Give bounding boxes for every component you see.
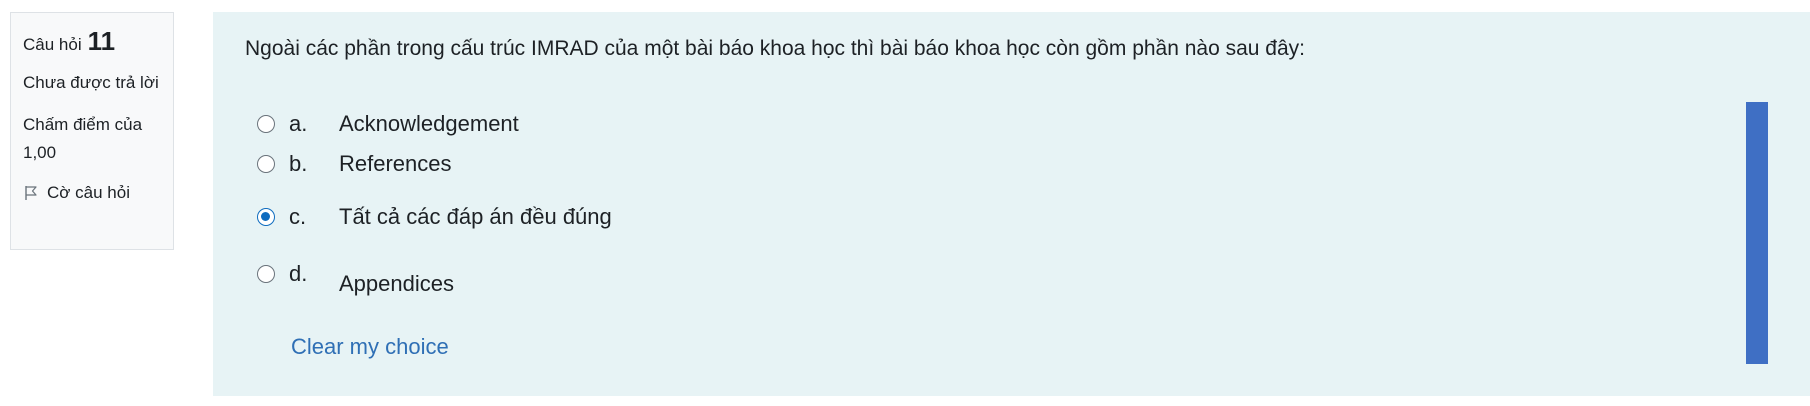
option-letter-c: c. [289,204,307,229]
clear-choice-link[interactable]: Clear my choice [291,332,449,362]
option-text-a: Acknowledgement [339,111,519,136]
flag-icon [25,186,37,200]
question-grade: Chấm điểm của 1,00 [23,115,143,162]
radio-b[interactable] [257,155,275,173]
question-text: Ngoài các phần trong cấu trúc IMRAD của … [245,37,1305,60]
scrollbar[interactable] [1746,102,1768,364]
option-letter-b: b. [289,151,308,176]
option-text-b: References [339,151,452,176]
answer-option-c[interactable]: c. Tất cả các đáp án đều đúng [257,202,612,232]
option-letter-d: d. [289,261,308,286]
quiz-page: Câu hỏi 11 Chưa được trả lời Chấm điểm c… [0,0,1810,406]
option-text-d: Appendices [339,271,454,296]
question-info-panel: Câu hỏi 11 Chưa được trả lời Chấm điểm c… [10,12,174,250]
question-label: Câu hỏi [23,35,82,54]
question-state: Chưa được trả lời [23,73,159,92]
radio-a[interactable] [257,115,275,133]
answer-option-a[interactable]: a. Acknowledgement [257,109,519,139]
question-number: 11 [87,26,116,56]
radio-c[interactable] [257,208,275,226]
radio-d[interactable] [257,265,275,283]
flag-question-link[interactable]: Cờ câu hỏi [23,179,173,207]
option-letter-a: a. [289,111,308,136]
answer-option-b[interactable]: b. References [257,149,452,179]
option-text-c: Tất cả các đáp án đều đúng [339,204,612,229]
answer-option-d[interactable]: d. Appendices [257,259,454,299]
question-number-row: Câu hỏi 11 [23,27,173,59]
flag-question-label: Cờ câu hỏi [47,183,130,202]
question-content: Ngoài các phần trong cấu trúc IMRAD của … [213,12,1810,396]
